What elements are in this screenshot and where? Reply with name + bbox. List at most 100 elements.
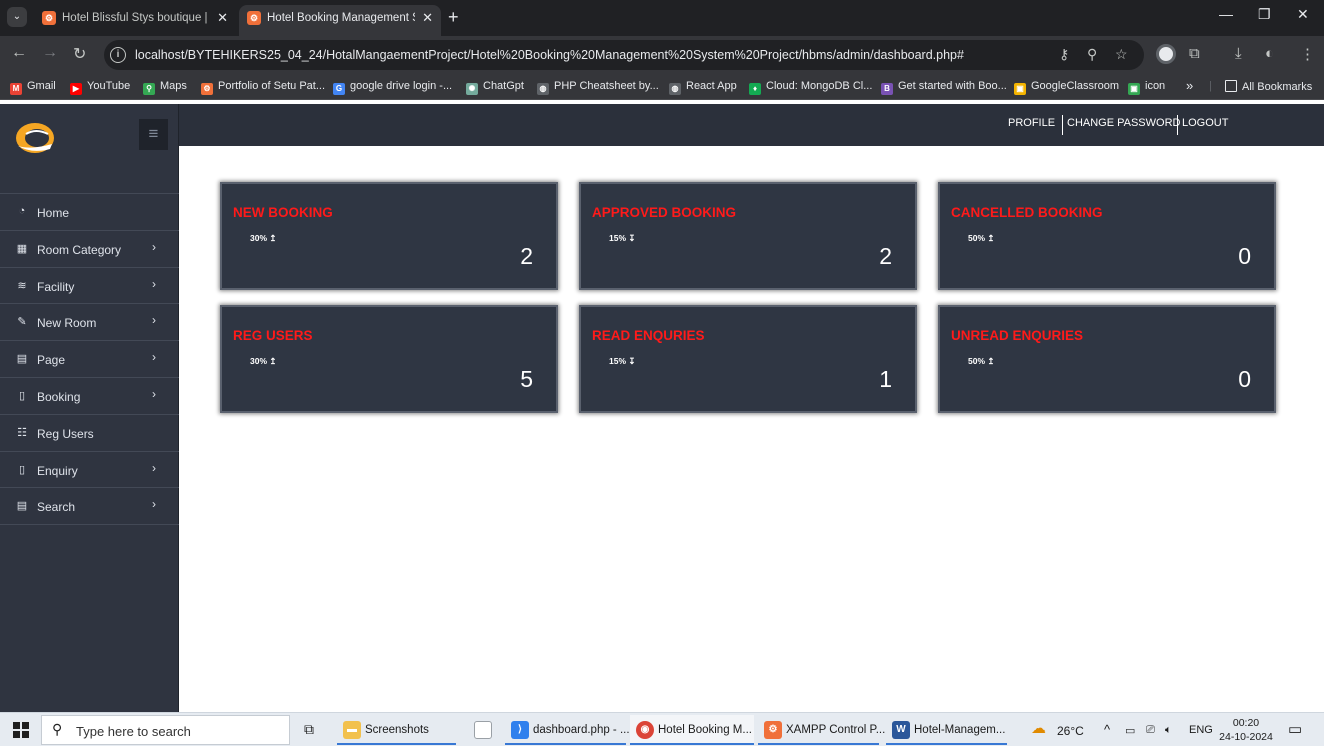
taskbar-search-input[interactable]: ⚲ Type here to search [41,715,290,745]
card-title: APPROVED BOOKING [592,205,737,220]
windows-start-icon[interactable] [13,722,29,738]
url-text[interactable]: localhost/BYTEHIKERS25_04_24/HotalMangae… [135,48,964,62]
notification-center-icon[interactable]: ▭ [1288,720,1302,738]
bookmark-google-classroom[interactable]: ▣ GoogleClassroom [1014,80,1119,95]
taskbar-app-chrome[interactable]: ◉ Hotel Booking M... [630,715,754,745]
zoom-icon[interactable]: ⚲ [1087,46,1097,63]
running-indicator [337,743,456,745]
bookmark-react-app[interactable]: ◍ React App [669,80,737,95]
clock-time: 00:20 [1232,717,1260,729]
network-icon[interactable]: ⎚ [1146,724,1155,737]
weather-icon[interactable]: ☁ [1031,719,1046,737]
sidebar-item-reg-users[interactable]: ☷ Reg Users [0,415,179,452]
tab-title: Hotel Booking Management Sy [267,12,415,24]
sidebar-item-facility[interactable]: ≋ Facility › [0,268,179,305]
sidebar-item-home[interactable]: ◔ Home [0,194,179,231]
bookmark-mongodb[interactable]: ♦ Cloud: MongoDB Cl... [749,80,872,95]
forward-arrow-icon[interactable]: → [42,44,58,62]
task-view-icon[interactable]: ⧉ [300,715,326,745]
bookmark-php-cheatsheet[interactable]: ◍ PHP Cheatsheet by... [537,80,659,95]
card-percent: 50% ↥ [968,233,995,243]
sidebar-item-room-category[interactable]: ▦ Room Category › [0,231,179,268]
card-value: 2 [879,243,892,269]
card-value: 2 [520,243,533,269]
file-icon: ▤ [16,353,28,366]
tab-search-button[interactable]: ⌄ [7,7,27,27]
taskbar-app-vscode[interactable]: ⟩ dashboard.php - ... [505,715,630,745]
bookmark-star-icon[interactable]: ☆ [1115,46,1128,63]
folder-icon [1225,80,1237,92]
change-password-link[interactable]: CHANGE PASSWORD [1067,117,1180,129]
weather-temperature[interactable]: 26°C [1057,724,1084,738]
bookmark-chatgpt[interactable]: ✺ ChatGpt [466,80,524,95]
trend-down-arrow-icon: ↧ [628,233,636,243]
stat-card-read-enquiries[interactable]: READ ENQURIES 15% ↧ 1 [579,305,917,413]
sidebar-toggle-hamburger-icon[interactable]: ≡ [139,119,168,150]
stat-card-cancelled-booking[interactable]: CANCELLED BOOKING 50% ↥ 0 [938,182,1276,290]
bookmark-portfolio[interactable]: ⚙ Portfolio of Setu Pat... [201,80,325,95]
bookmark-bootstrap[interactable]: B Get started with Boo... [881,80,1007,95]
bookmark-icon[interactable]: ▣ icon [1128,80,1165,95]
language-indicator[interactable]: ENG [1189,724,1213,736]
battery-icon[interactable]: ▭ [1125,724,1135,737]
close-tab-icon[interactable]: ✕ [422,10,433,26]
new-tab-plus-icon[interactable]: + [448,7,459,27]
sidebar-item-label: Facility [37,279,75,294]
browser-menu-icon[interactable]: ⋮ [1300,45,1315,63]
vscode-icon: ⟩ [511,721,529,739]
sidebar-item-enquiry[interactable]: ▯ Enquiry › [0,452,179,489]
sheets-icon: ▣ [1128,83,1140,95]
stat-card-reg-users[interactable]: REG USERS 30% ↥ 5 [220,305,558,413]
sidebar-item-page[interactable]: ▤ Page › [0,341,179,378]
card-value: 0 [1238,366,1251,392]
extensions-puzzle-icon[interactable]: ⧉ [1189,45,1200,62]
bookmark-maps[interactable]: ⚲ Maps [143,80,187,95]
bootstrap-icon: B [881,83,893,95]
taskbar-app-screenshots[interactable]: ▬ Screenshots [337,715,456,745]
show-hidden-icons-chevron-icon[interactable]: ^ [1104,722,1110,737]
taskbar-app-blank-file[interactable] [468,715,494,745]
all-bookmarks-button[interactable]: All Bookmarks [1225,80,1312,93]
stat-card-unread-enquiries[interactable]: UNREAD ENQURIES 50% ↥ 0 [938,305,1276,413]
bookmark-youtube[interactable]: ▶ YouTube [70,80,130,95]
restore-icon[interactable]: ❐ [1258,6,1271,23]
stat-card-approved-booking[interactable]: APPROVED BOOKING 15% ↧ 2 [579,182,917,290]
bookmark-divider: | [1209,80,1212,92]
word-icon: W [892,721,910,739]
minimize-icon[interactable]: — [1219,6,1233,22]
bookmark-gmail[interactable]: M Gmail [10,80,56,95]
sidebar-item-search[interactable]: ▤ Search › [0,488,179,526]
taskbar-app-xampp[interactable]: ⚙ XAMPP Control P... [758,715,885,745]
volume-icon[interactable]: 🔈︎ [1165,724,1172,737]
address-bar[interactable]: i localhost/BYTEHIKERS25_04_24/HotalMang… [104,40,1144,70]
close-tab-icon[interactable]: ✕ [217,10,228,26]
sidebar-item-new-room[interactable]: ✎ New Room › [0,304,179,342]
profile-link[interactable]: PROFILE [1008,117,1055,129]
password-key-icon[interactable]: ⚷ [1059,46,1069,63]
card-title: CANCELLED BOOKING [951,205,1103,220]
browser-tab-hotel-booking[interactable]: ⚙ Hotel Booking Management Sy ✕ [239,5,441,36]
site-info-icon[interactable]: i [110,47,126,63]
stat-card-new-booking[interactable]: NEW BOOKING 30% ↥ 2 [220,182,558,290]
browser-tab-hotel-blissful[interactable]: ⚙ Hotel Blissful Stys boutique | H ✕ [34,5,236,36]
sidebar-item-label: Search [37,500,76,515]
chevron-right-icon: › [152,386,156,401]
sidebar-item-booking[interactable]: ▯ Booking › [0,378,179,415]
chevron-right-icon: › [152,460,156,475]
download-icon[interactable]: ⤓ [1235,45,1242,62]
taskbar-clock[interactable]: 00:20 24-10-2024 [1218,716,1274,744]
close-window-icon[interactable]: ✕ [1297,6,1309,23]
back-arrow-icon[interactable]: ← [11,44,27,62]
chrome-icon: ◉ [636,721,654,739]
bookmark-google-drive[interactable]: Ggoogle drive login -... [333,80,452,95]
more-bookmarks-chevron-icon[interactable]: » [1186,78,1193,93]
logout-link[interactable]: LOGOUT [1182,117,1228,129]
reload-icon[interactable]: ↻ [73,44,86,64]
card-title: READ ENQURIES [592,328,705,343]
folder-icon: ▬ [343,721,361,739]
chevron-right-icon: › [152,497,156,512]
extension-circle-icon[interactable] [1156,44,1176,64]
profile-avatar-icon[interactable]: ◐ [1265,45,1274,62]
globe-icon: ◍ [669,83,681,95]
taskbar-app-word[interactable]: W Hotel-Managem... [886,715,1007,745]
